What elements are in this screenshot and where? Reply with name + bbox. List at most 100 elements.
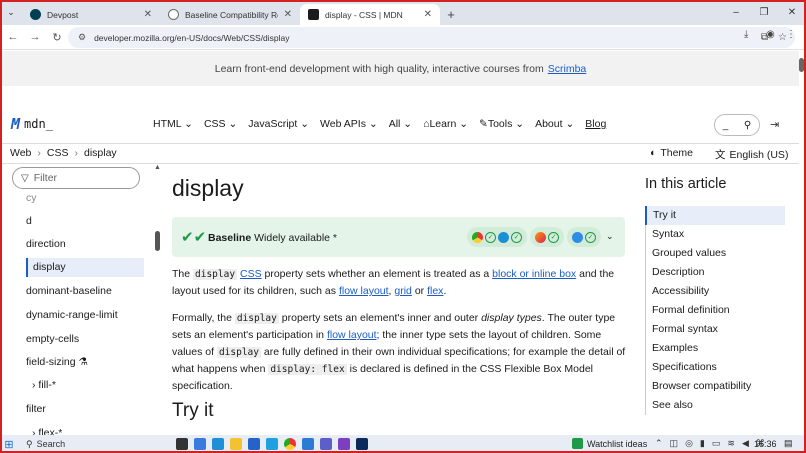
page-scrollbar[interactable] xyxy=(799,58,804,72)
minimize-button[interactable]: – xyxy=(722,0,750,25)
sidebar-item-display[interactable]: display xyxy=(26,258,144,277)
file-explorer-icon[interactable] xyxy=(230,438,242,450)
experimental-flask-icon: ⚗ xyxy=(78,356,88,368)
vscode-icon[interactable] xyxy=(302,438,314,450)
baseline-banner[interactable]: ✔✔ Baseline Widely available * ✓ ✓ ✓ ✓ ⌄ xyxy=(172,217,625,257)
firefox-icon xyxy=(535,231,546,243)
link-flow-layout[interactable]: flow layout xyxy=(339,285,389,297)
link-flow-layout[interactable]: flow layout xyxy=(327,329,377,341)
nav-tools[interactable]: ✎Tools ⌄ xyxy=(479,118,524,130)
location-icon[interactable]: ◎ xyxy=(685,438,693,449)
downloads-icon[interactable]: ⤓ xyxy=(744,29,748,40)
app-icon[interactable] xyxy=(338,438,350,450)
outlook-icon[interactable] xyxy=(266,438,278,450)
language-button[interactable]: 文 English (US) xyxy=(715,147,788,162)
new-tab-button[interactable]: + xyxy=(440,4,462,25)
toc-item-grouped-values[interactable]: Grouped values xyxy=(646,244,785,263)
sidebar-item[interactable]: direction xyxy=(26,238,66,250)
widget-watchlist[interactable]: Watchlist ideas xyxy=(572,438,647,449)
forward-icon[interactable]: → xyxy=(24,26,46,48)
clock[interactable]: 16:36 xyxy=(754,439,777,449)
sidebar-group[interactable]: › fill-* xyxy=(32,379,56,391)
sidebar-item[interactable]: empty-cells xyxy=(26,333,79,345)
toc-item-see-also[interactable]: See also xyxy=(646,396,785,415)
toc-item-syntax[interactable]: Syntax xyxy=(646,225,785,244)
link-flex[interactable]: flex xyxy=(427,285,443,297)
task-view-icon[interactable] xyxy=(176,438,188,450)
link-css[interactable]: CSS xyxy=(240,268,262,280)
edge-icon[interactable] xyxy=(212,438,224,450)
chrome-icon[interactable] xyxy=(284,438,296,450)
breadcrumb-css[interactable]: CSS xyxy=(47,147,69,159)
breadcrumb-display[interactable]: display xyxy=(84,147,117,159)
nav-about[interactable]: About ⌄ xyxy=(535,118,574,130)
close-window-button[interactable]: ✕ xyxy=(778,0,806,25)
wifi-icon[interactable]: ≋ xyxy=(727,438,735,449)
reload-icon[interactable]: ↻ xyxy=(46,26,68,48)
chevron-up-icon[interactable]: ⌃ xyxy=(655,438,663,449)
chevron-down-icon[interactable]: ⌄ xyxy=(606,231,614,242)
copilot-icon[interactable] xyxy=(194,438,206,450)
teams-icon[interactable] xyxy=(320,438,332,450)
nav-html[interactable]: HTML ⌄ xyxy=(153,118,193,130)
close-icon[interactable]: ✕ xyxy=(284,9,292,20)
safari-icon xyxy=(572,231,583,243)
tab-baseline-report[interactable]: Baseline Compatibility Report ✕ xyxy=(160,4,300,25)
sidebar-item[interactable]: d xyxy=(26,215,32,227)
nav-web-apis[interactable]: Web APIs ⌄ xyxy=(320,118,378,130)
toc-item-formal-syntax[interactable]: Formal syntax xyxy=(646,320,785,339)
menu-icon[interactable]: ⋮ xyxy=(786,29,796,40)
url-text[interactable]: developer.mozilla.org/en-US/docs/Web/CSS… xyxy=(94,33,289,43)
sidebar-item-label: cy xyxy=(26,192,37,204)
nav-css[interactable]: CSS ⌄ xyxy=(204,118,237,130)
toc-item-specifications[interactable]: Specifications xyxy=(646,358,785,377)
close-icon[interactable]: ✕ xyxy=(144,9,152,20)
sidebar-item[interactable]: filter xyxy=(26,403,46,415)
theme-button[interactable]: ◐ Theme xyxy=(650,147,693,159)
tab-mdn-display[interactable]: display - CSS | MDN ✕ xyxy=(300,4,440,25)
tray-app-icon[interactable]: ◫ xyxy=(670,438,679,449)
sidebar-item[interactable]: cy xyxy=(26,192,37,204)
close-icon[interactable]: ✕ xyxy=(424,9,432,20)
tab-search-icon[interactable]: ⌄ xyxy=(0,0,22,25)
microphone-icon[interactable]: ▮ xyxy=(700,438,705,449)
login-icon[interactable]: ⇥ xyxy=(770,118,779,131)
mdn-logo[interactable]: M mdn_ xyxy=(11,115,53,133)
sidebar-item[interactable]: dynamic-range-limit xyxy=(26,309,118,321)
banner-link[interactable]: Scrimba xyxy=(548,63,587,75)
toc-item-try-it[interactable]: Try it xyxy=(645,206,785,225)
toc-item-formal-definition[interactable]: Formal definition xyxy=(646,301,785,320)
toc-item-examples[interactable]: Examples xyxy=(646,339,785,358)
nav-javascript[interactable]: JavaScript ⌄ xyxy=(248,118,309,130)
link-grid[interactable]: grid xyxy=(394,285,412,297)
chevron-right-icon: › xyxy=(32,379,36,391)
sidebar-filter-input[interactable]: ▽ Filter xyxy=(12,167,140,189)
link-block-inline-box[interactable]: block or inline box xyxy=(492,268,576,280)
notification-icon[interactable]: ▤ xyxy=(784,438,793,449)
back-icon[interactable]: ← xyxy=(2,26,24,48)
toc-item-description[interactable]: Description xyxy=(646,263,785,282)
toc-item-browser-compatibility[interactable]: Browser compatibility xyxy=(646,377,785,396)
nav-blog[interactable]: Blog xyxy=(585,118,606,130)
profile-icon[interactable]: ◉ xyxy=(766,29,775,40)
windows-start-icon[interactable]: ⊞ xyxy=(0,435,18,453)
sidebar-scrollbar[interactable] xyxy=(155,231,160,251)
volume-icon[interactable]: ◀ xyxy=(742,438,749,449)
sidebar-item[interactable]: field-sizing ⚗ xyxy=(26,356,88,368)
site-info-icon[interactable]: ⚙ xyxy=(78,32,86,43)
photoshop-icon[interactable] xyxy=(356,438,368,450)
maximize-button[interactable]: ❐ xyxy=(750,0,778,25)
toc-item-accessibility[interactable]: Accessibility xyxy=(646,282,785,301)
nav-learn[interactable]: ⌂Learn ⌄ xyxy=(423,118,468,130)
battery-icon[interactable]: ▭ xyxy=(712,438,721,449)
tab-devpost[interactable]: Devpost ✕ xyxy=(22,4,160,25)
store-icon[interactable] xyxy=(248,438,260,450)
scroll-up-icon[interactable]: ▲ xyxy=(154,164,161,171)
sidebar-item[interactable]: dominant-baseline xyxy=(26,285,112,297)
sidebar-item-label: display xyxy=(33,261,66,273)
site-search-button[interactable]: _ ⚲ xyxy=(714,114,760,136)
breadcrumb-web[interactable]: Web xyxy=(10,147,31,159)
address-bar[interactable]: ⚙ developer.mozilla.org/en-US/docs/Web/C… xyxy=(68,27,795,48)
taskbar-search[interactable]: ⚲ Search xyxy=(26,439,151,450)
nav-all[interactable]: All ⌄ xyxy=(389,118,412,130)
